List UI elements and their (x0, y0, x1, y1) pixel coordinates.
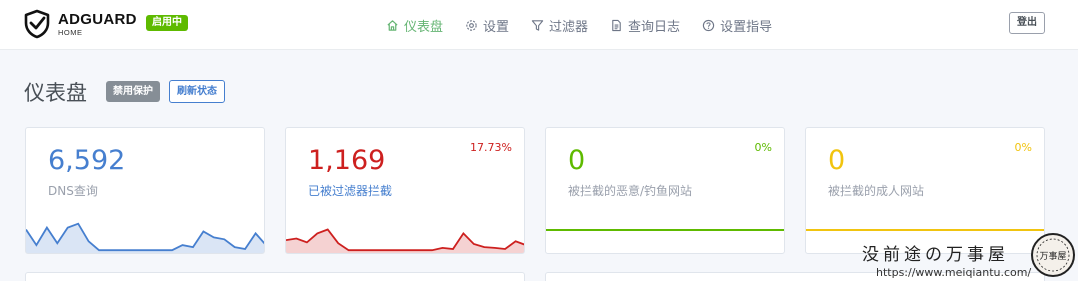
blocked-filters-label: 已被过滤器拦截 (308, 184, 393, 198)
blocked-filters-sparkline (286, 228, 524, 253)
page-title: 仪表盘 (24, 81, 87, 105)
disable-protection-button[interactable]: 禁用保护 (106, 81, 160, 102)
nav-setup-guide[interactable]: 设置指导 (702, 16, 772, 35)
stat-card-blocked-adult: 0 被拦截的成人网站 0% (805, 127, 1045, 254)
logout-button[interactable]: 登出 (1009, 12, 1045, 34)
refresh-status-button[interactable]: 刷新状态 (169, 80, 225, 103)
dns-queries-label: DNS查询 (48, 184, 98, 198)
gear-icon (466, 19, 477, 31)
filter-icon (531, 19, 544, 31)
nav-dashboard[interactable]: 仪表盘 (386, 16, 443, 35)
watermark-url: https://www.meiqiantu.com/ (876, 266, 1032, 279)
app-logo[interactable]: ADGUARD HOME (24, 9, 137, 39)
nav-query-log-label: 查询日志 (628, 19, 681, 35)
document-icon (612, 19, 621, 31)
nav-settings[interactable]: 设置 (465, 16, 509, 35)
stat-card-blocked-malware: 0 被拦截的恶意/钓鱼网站 0% (545, 127, 785, 254)
blocked-filters-count: 1,169 (308, 145, 386, 176)
next-row-card-left (25, 272, 525, 281)
nav-filters-label: 过滤器 (549, 19, 589, 35)
main-nav: 仪表盘 设置 过滤器 查询日志 设置指导 (386, 0, 794, 50)
blocked-malware-count: 0 (568, 145, 586, 176)
blocked-adult-count: 0 (828, 145, 846, 176)
nav-query-log[interactable]: 查询日志 (610, 16, 680, 35)
brand-sub: HOME (58, 27, 83, 37)
site-watermark: 没前途の万事屋 https://www.meiqiantu.com/ (862, 240, 1031, 279)
shield-logo-icon (24, 9, 50, 39)
nav-dashboard-label: 仪表盘 (404, 19, 444, 35)
dns-queries-count: 6,592 (48, 145, 126, 176)
blocked-malware-label: 被拦截的恶意/钓鱼网站 (568, 184, 693, 198)
blocked-malware-percent: 0% (754, 141, 772, 154)
brand-name: ADGUARD (58, 10, 137, 28)
protection-status-badge: 启用中 (146, 15, 188, 31)
top-header: ADGUARD HOME 启用中 仪表盘 设置 过滤器 查询日志 设置指导 登出 (0, 0, 1078, 50)
watermark-seal-text: 万事屋 (1039, 250, 1066, 262)
blocked-malware-sparkline (546, 229, 784, 231)
stat-card-blocked-filters: 1,169 已被过滤器拦截 17.73% (285, 127, 525, 254)
help-circle-icon (702, 19, 715, 31)
stat-card-dns-queries: 6,592 DNS查询 (25, 127, 265, 254)
watermark-title: 没前途の万事屋 (862, 245, 1009, 265)
dns-queries-sparkline (26, 222, 264, 253)
blocked-adult-percent: 0% (1014, 141, 1032, 154)
nav-filters[interactable]: 过滤器 (531, 16, 588, 35)
home-icon (387, 19, 398, 31)
blocked-filters-percent: 17.73% (470, 141, 512, 154)
watermark-seal-icon: 万事屋 (1031, 233, 1075, 277)
nav-settings-label: 设置 (483, 19, 510, 35)
nav-setup-guide-label: 设置指导 (720, 19, 773, 35)
sparkline-area (26, 223, 264, 253)
blocked-adult-label: 被拦截的成人网站 (828, 184, 925, 198)
